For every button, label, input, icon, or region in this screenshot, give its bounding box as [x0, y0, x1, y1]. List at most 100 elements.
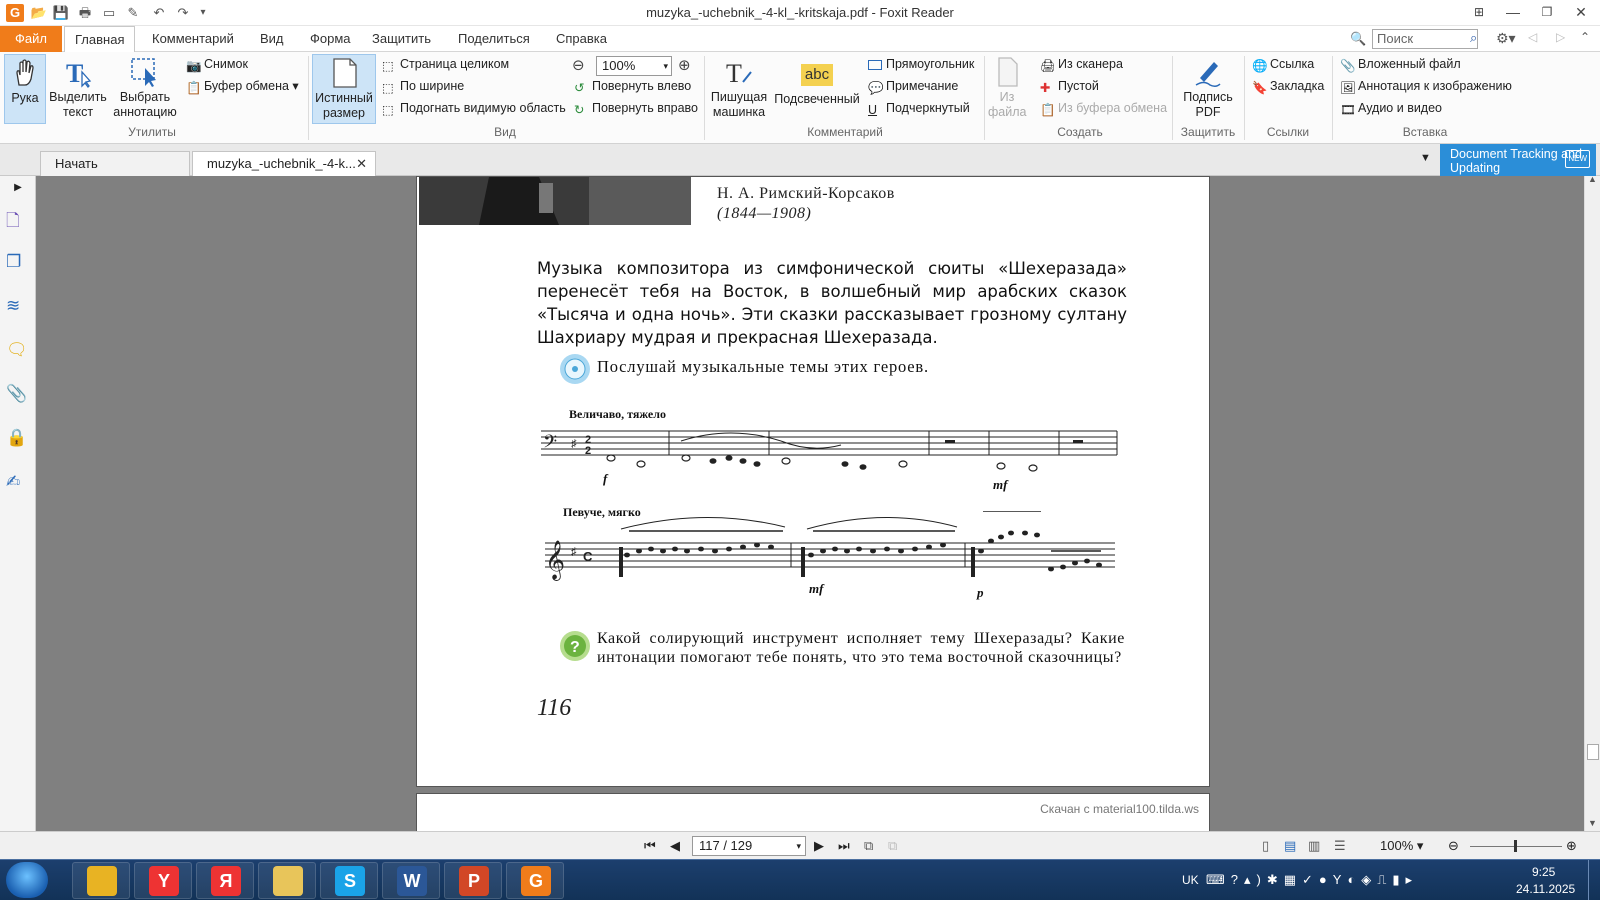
image-annotation-button[interactable]: 🖼 Аннотация к изображению — [1340, 76, 1512, 96]
hand-tool-button[interactable]: Рука — [4, 54, 46, 124]
tab-current-document[interactable]: muzyka_-uchebnik_-4-k... ✕ — [192, 151, 376, 176]
rectangle-button[interactable]: Прямоугольник — [868, 54, 974, 74]
security-lock-icon[interactable]: 🔒 — [6, 428, 30, 452]
from-scanner-button[interactable]: 🖨 Из сканера — [1040, 54, 1123, 74]
next-page-icon[interactable]: ▶ — [814, 838, 824, 854]
rotate-right-button[interactable]: ↻ Повернуть вправо — [574, 98, 698, 118]
taskbar-explorer-button[interactable] — [258, 862, 316, 899]
redo-icon[interactable]: ↷ — [174, 4, 192, 22]
snapshot-button[interactable]: 📷 Снимок — [186, 54, 248, 74]
bookmark-button[interactable]: 🔖 Закладка — [1252, 76, 1324, 96]
search-icon[interactable]: ⌕ — [1470, 30, 1477, 46]
scroll-up-icon[interactable]: ▲ — [1588, 174, 1597, 184]
page-number-input[interactable]: 117 / 129 ▾ — [692, 836, 806, 856]
scrollbar-thumb[interactable] — [1587, 744, 1599, 760]
comments-panel-icon[interactable]: 🗨 — [6, 340, 30, 364]
close-tab-icon[interactable]: ✕ — [356, 152, 367, 176]
taskbar-skype-button[interactable]: S — [320, 862, 378, 899]
note-button[interactable]: 💬 Примечание — [868, 76, 958, 96]
print-icon[interactable]: 🖶 — [76, 4, 94, 22]
layers-panel-icon[interactable]: ≋ — [6, 296, 30, 320]
underline-button[interactable]: U Подчеркнутый — [868, 98, 970, 118]
typewriter-button[interactable]: T Пишущая машинка — [708, 54, 770, 124]
clipboard-button[interactable]: 📋 Буфер обмена ▾ — [186, 76, 299, 96]
single-page-icon[interactable]: ▯ — [1262, 838, 1269, 854]
pages-panel-icon[interactable]: ❐ — [6, 252, 30, 276]
status-zoom-out-icon[interactable]: ⊖ — [1448, 838, 1459, 854]
expand-panel-icon[interactable]: ▶ — [6, 178, 30, 202]
tab-comment[interactable]: Комментарий — [142, 26, 244, 52]
continuous-page-icon[interactable]: ▤ — [1284, 838, 1296, 854]
save-icon[interactable]: 💾 — [52, 4, 70, 22]
document-view[interactable]: Н. А. Римский-Корсаков (1844—1908) Музык… — [36, 176, 1584, 831]
forward-icon[interactable]: ▷ — [1556, 30, 1565, 44]
audio-video-button[interactable]: 🎞 Аудио и видео — [1340, 98, 1442, 118]
attachments-panel-icon[interactable]: 📎 — [6, 384, 30, 408]
previous-page-icon[interactable]: ◀ — [670, 838, 680, 854]
foxit-logo-icon[interactable]: G — [6, 4, 24, 22]
select-text-button[interactable]: T Выделить текст — [48, 54, 108, 124]
layout-icon[interactable]: ⊞ — [1462, 0, 1496, 26]
start-button[interactable] — [6, 862, 48, 898]
from-file-button[interactable]: Из файла — [988, 54, 1026, 124]
search-input[interactable]: Поиск — [1372, 29, 1478, 49]
tab-view[interactable]: Вид — [250, 26, 294, 52]
new-icon[interactable]: ✎ — [124, 4, 142, 22]
first-page-icon[interactable]: ⏮ — [644, 838, 656, 854]
collapse-ribbon-icon[interactable]: ⌃ — [1580, 30, 1590, 44]
clock-date[interactable]: 24.11.2025 — [1516, 882, 1575, 896]
tab-start[interactable]: Начать — [40, 151, 190, 176]
scroll-down-icon[interactable]: ▼ — [1588, 818, 1597, 828]
last-page-icon[interactable]: ⏭ — [838, 838, 850, 854]
fit-page-button[interactable]: ⬚ Страница целиком — [382, 54, 509, 74]
highlight-button[interactable]: abc Подсвеченный — [774, 54, 860, 124]
facing-page-icon[interactable]: ▥ — [1308, 838, 1320, 854]
status-zoom-in-icon[interactable]: ⊕ — [1566, 838, 1577, 854]
minimize-button[interactable]: — — [1496, 0, 1530, 26]
rotate-left-button[interactable]: ↺ Повернуть влево — [574, 76, 691, 96]
tab-list-dropdown-icon[interactable]: ▼ — [1420, 152, 1431, 164]
properties-icon[interactable]: ▭ — [100, 4, 118, 22]
attached-file-button[interactable]: 📎 Вложенный файл — [1340, 54, 1461, 74]
close-button[interactable]: ✕ — [1564, 0, 1598, 26]
back-icon[interactable]: ◁ — [1528, 30, 1537, 44]
clock-time[interactable]: 9:25 — [1532, 865, 1555, 879]
fit-width-button[interactable]: ⬚ По ширине — [382, 76, 464, 96]
taskbar-chrome-button[interactable] — [72, 862, 130, 899]
signature-panel-icon[interactable]: ✍ — [6, 472, 30, 496]
taskbar-powerpoint-button[interactable]: P — [444, 862, 502, 899]
zoom-in-icon[interactable]: ⊕ — [678, 56, 691, 74]
tab-home[interactable]: Главная — [64, 26, 136, 53]
select-annotation-button[interactable]: Выбрать аннотацию — [112, 54, 178, 124]
show-desktop-button[interactable] — [1588, 860, 1600, 900]
continuous-facing-icon[interactable]: ☰ — [1334, 838, 1346, 854]
find-icon[interactable]: 🔍 — [1350, 31, 1366, 47]
bookmarks-panel-icon[interactable]: 🗋 — [6, 208, 30, 232]
from-clipboard-button[interactable]: 📋 Из буфера обмена — [1040, 98, 1167, 118]
zoom-out-icon[interactable]: ⊖ — [572, 56, 585, 74]
document-tracking-banner[interactable]: Document Tracking and Updating NEW — [1440, 144, 1596, 176]
language-indicator[interactable]: UK — [1182, 873, 1199, 887]
actual-size-button[interactable]: Истинный размер — [312, 54, 376, 124]
link-button[interactable]: 🌐 Ссылка — [1252, 54, 1314, 74]
zoom-level[interactable]: 100% ▾ — [1380, 838, 1423, 854]
tab-file[interactable]: Файл — [0, 26, 62, 52]
taskbar-foxit-button[interactable]: G — [506, 862, 564, 899]
taskbar-word-button[interactable]: W — [382, 862, 440, 899]
taskbar-yandex-browser-button[interactable]: Y — [134, 862, 192, 899]
blank-button[interactable]: ✚ Пустой — [1040, 76, 1099, 96]
tab-share[interactable]: Поделиться — [448, 26, 540, 52]
next-view-icon[interactable]: ⧉ — [888, 838, 897, 854]
previous-view-icon[interactable]: ⧉ — [864, 838, 873, 854]
tab-form[interactable]: Форма — [300, 26, 361, 52]
tab-help[interactable]: Справка — [546, 26, 617, 52]
sign-pdf-button[interactable]: Подпись PDF — [1176, 54, 1240, 124]
undo-icon[interactable]: ↶ — [150, 4, 168, 22]
settings-gear-icon[interactable]: ⚙▾ — [1496, 30, 1516, 47]
open-icon[interactable]: 📂 — [30, 4, 48, 22]
tab-protect[interactable]: Защитить — [362, 26, 441, 52]
customize-toolbar-icon[interactable]: ▾ — [194, 4, 212, 22]
vertical-scrollbar[interactable]: ▲ ▼ — [1584, 174, 1600, 831]
maximize-button[interactable]: ❐ — [1530, 0, 1564, 26]
zoom-select[interactable]: 100% ▾ — [596, 56, 672, 76]
